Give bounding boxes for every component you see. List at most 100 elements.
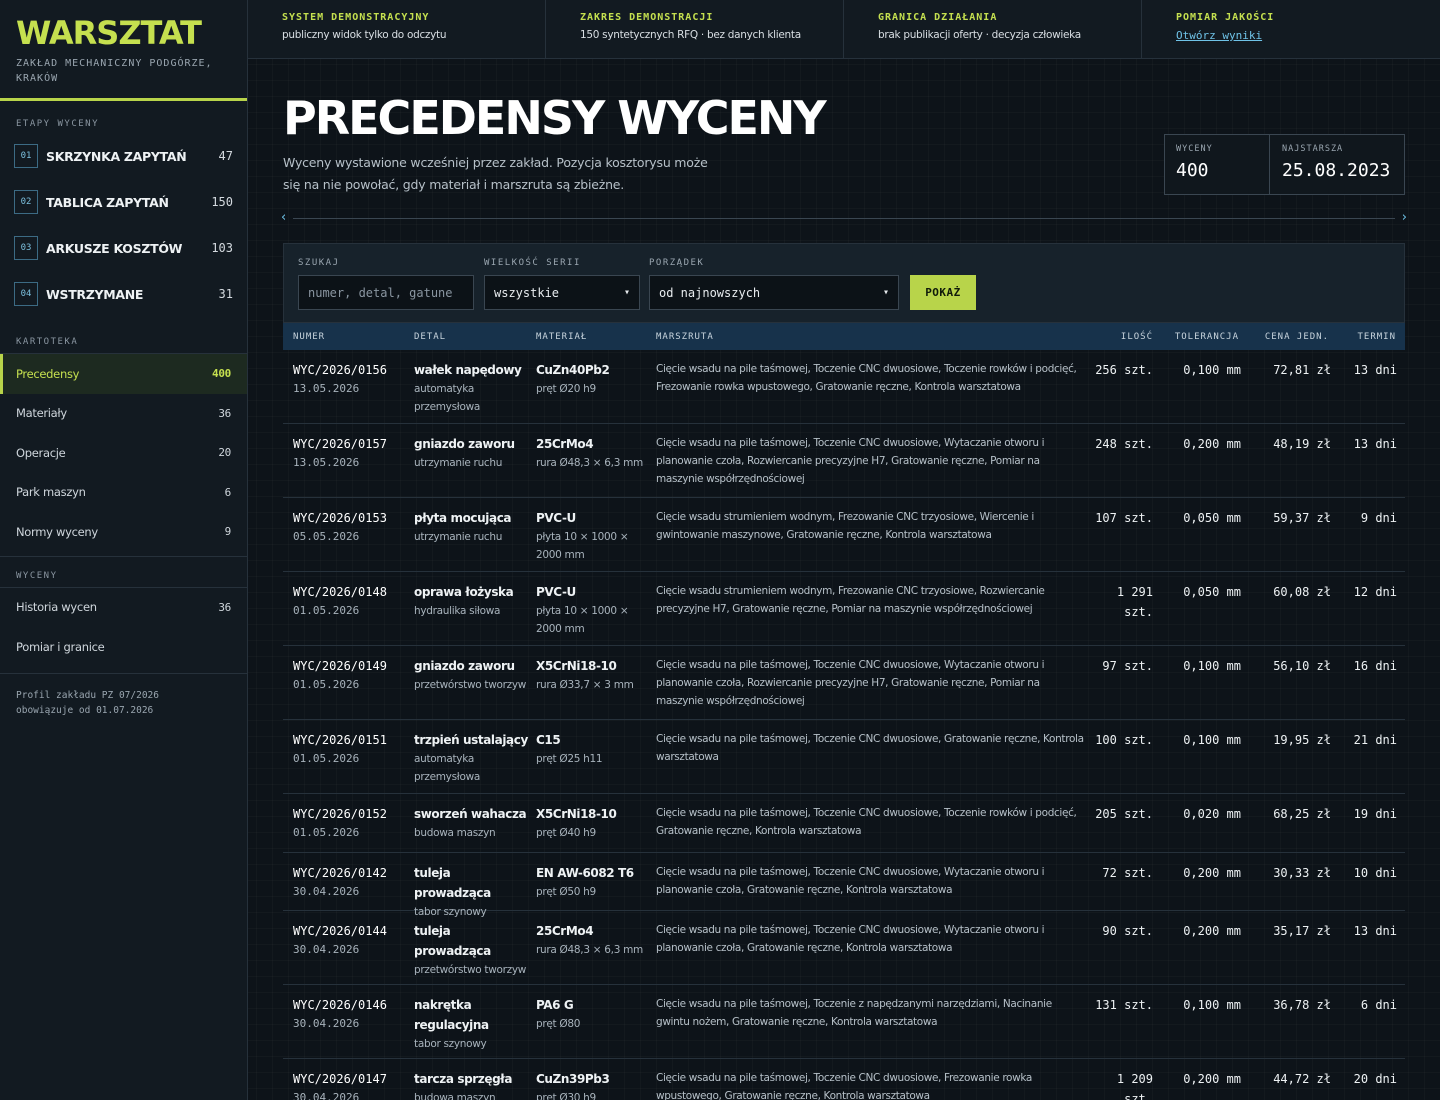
cell-quantity: 107 szt. xyxy=(1095,511,1153,525)
quote-number[interactable]: WYC/2026/0144 xyxy=(293,921,403,941)
quote-number[interactable]: WYC/2026/0148 xyxy=(293,582,403,602)
col-route[interactable]: MARSZRUTA xyxy=(656,332,714,342)
order-select[interactable]: od najnowszych ▾ xyxy=(649,275,899,310)
table-row[interactable]: WYC/2026/0148 01.05.2026 oprawa łożyska hyd… xyxy=(283,572,1405,646)
page-description: Wyceny wystawione wcześniej przez zakład… xyxy=(283,155,708,192)
topbar-value: 150 syntetycznych RFQ · bez danych klien… xyxy=(580,29,801,41)
cell-detail: tarcza sprzęgła budowa maszyn xyxy=(414,1069,529,1100)
material-grade: 25CrMo4 xyxy=(536,924,594,938)
table-row[interactable]: WYC/2026/0142 30.04.2026 tuleja prowadząca… xyxy=(283,853,1405,918)
nav-count: 20 xyxy=(218,446,231,460)
quote-number[interactable]: WYC/2026/0156 xyxy=(293,360,403,380)
topbar-quality: POMIAR JAKOŚCI Otwórz wyniki xyxy=(1142,0,1440,58)
topbar-label: POMIAR JAKOŚCI xyxy=(1176,12,1275,23)
table-row[interactable]: WYC/2026/0149 01.05.2026 gniazdo zaworu prz… xyxy=(283,646,1405,720)
detail-industry: hydraulika siłowa xyxy=(414,605,501,617)
open-results-link[interactable]: Otwórz wyniki xyxy=(1176,29,1262,42)
col-unit-price[interactable]: CENA JEDN. xyxy=(1265,332,1329,342)
cell-detail: trzpień ustalający automatyka przemysłowa xyxy=(414,730,529,786)
quotes-table-body: WYC/2026/0156 13.05.2026 wałek napędowy aut… xyxy=(283,350,1405,1100)
quote-number[interactable]: WYC/2026/0152 xyxy=(293,804,403,824)
cell-material: X5CrNi18-10 pręt Ø40 h9 xyxy=(536,804,646,842)
cell-unit-price: 48,19 zł xyxy=(1273,437,1331,451)
page-title: PRECEDENSY WYCENY xyxy=(283,91,827,145)
col-number[interactable]: NUMER xyxy=(293,332,325,342)
quotes-title: WYCENY xyxy=(16,570,58,581)
sidebar-stage-item[interactable]: 01 SKRZYNKA ZAPYTAŃ 47 xyxy=(0,133,247,179)
quote-number[interactable]: WYC/2026/0151 xyxy=(293,730,403,750)
stat-value: 25.08.2023 xyxy=(1282,160,1391,181)
nav-label: Materiały xyxy=(16,406,67,421)
stage-count: 103 xyxy=(211,241,233,255)
sidebar-item-catalog[interactable]: Operacje 20 xyxy=(0,433,247,473)
col-quantity[interactable]: ILOŚĆ xyxy=(1121,332,1153,342)
search-input[interactable]: numer, detal, gatune xyxy=(298,275,474,310)
quote-number[interactable]: WYC/2026/0146 xyxy=(293,995,403,1015)
cell-term: 12 dni xyxy=(1353,585,1397,599)
table-row[interactable]: WYC/2026/0147 30.04.2026 tarcza sprzęgła bu… xyxy=(283,1059,1405,1100)
sidebar-stage-item[interactable]: 04 WSTRZYMANE 31 xyxy=(0,271,247,317)
table-row[interactable]: WYC/2026/0151 01.05.2026 trzpień ustalając… xyxy=(283,720,1405,794)
cell-unit-price: 68,25 zł xyxy=(1273,807,1331,821)
cell-number: WYC/2026/0157 13.05.2026 xyxy=(293,434,403,472)
col-term[interactable]: TERMIN xyxy=(1357,332,1396,342)
quote-number[interactable]: WYC/2026/0149 xyxy=(293,656,403,676)
col-material[interactable]: MATERIAŁ xyxy=(536,332,587,342)
detail-industry: budowa maszyn xyxy=(414,827,496,839)
table-row[interactable]: WYC/2026/0152 01.05.2026 sworzeń wahacza bu… xyxy=(283,794,1405,853)
cell-tolerance: 0,100 mm xyxy=(1183,363,1241,377)
quote-number[interactable]: WYC/2026/0142 xyxy=(293,863,403,883)
sidebar-item-quotes[interactable]: Pomiar i granice xyxy=(0,627,247,667)
sidebar-item-quotes[interactable]: Historia wycen 36 xyxy=(0,588,247,628)
sidebar-stage-item[interactable]: 02 TABLICA ZAPYTAŃ 150 xyxy=(0,179,247,225)
catalog-title: KARTOTEKA xyxy=(16,337,79,347)
table-row[interactable]: WYC/2026/0153 05.05.2026 płyta mocująca utr… xyxy=(283,498,1405,572)
sidebar-item-catalog[interactable]: Precedensy 400 xyxy=(0,354,247,394)
col-tolerance[interactable]: TOLERANCJA xyxy=(1175,332,1239,342)
cell-detail: gniazdo zaworu utrzymanie ruchu xyxy=(414,434,529,472)
quote-number[interactable]: WYC/2026/0147 xyxy=(293,1069,403,1089)
sidebar-item-catalog[interactable]: Park maszyn 6 xyxy=(0,473,247,513)
cell-number: WYC/2026/0148 01.05.2026 xyxy=(293,582,403,620)
cell-material: CuZn39Pb3 pręt Ø30 h9 xyxy=(536,1069,646,1100)
material-grade: PVC-U xyxy=(536,511,576,525)
quotes-list: Historia wycen 36 Pomiar i granice xyxy=(0,588,247,667)
order-value: od najnowszych xyxy=(659,285,761,300)
cell-detail: oprawa łożyska hydraulika siłowa xyxy=(414,582,529,620)
cell-tolerance: 0,100 mm xyxy=(1183,659,1241,673)
detail-name: gniazdo zaworu xyxy=(414,659,515,673)
col-detail[interactable]: DETAL xyxy=(414,332,446,342)
show-button[interactable]: POKAŻ xyxy=(910,275,976,310)
table-row[interactable]: WYC/2026/0157 13.05.2026 gniazdo zaworu utr… xyxy=(283,424,1405,498)
stat-oldest: NAJSTARSZA 25.08.2023 xyxy=(1270,135,1404,194)
material-form: płyta 10 × 1000 × 2000 mm xyxy=(536,531,629,561)
cell-tolerance: 0,020 mm xyxy=(1183,807,1241,821)
brand-title[interactable]: WARSZTAT xyxy=(16,14,231,52)
cell-tolerance: 0,050 mm xyxy=(1183,511,1241,525)
chevron-right-icon[interactable]: › xyxy=(1402,210,1407,226)
quote-number[interactable]: WYC/2026/0157 xyxy=(293,434,403,454)
table-row[interactable]: WYC/2026/0146 30.04.2026 nakrętka regulacy… xyxy=(283,985,1405,1059)
detail-name: tuleja prowadząca xyxy=(414,866,491,900)
cell-detail: tuleja prowadząca przetwórstwo tworzyw xyxy=(414,921,529,979)
quote-number[interactable]: WYC/2026/0153 xyxy=(293,508,403,528)
cell-unit-price: 19,95 zł xyxy=(1273,733,1331,747)
sidebar-stage-item[interactable]: 03 ARKUSZE KOSZTÓW 103 xyxy=(0,225,247,271)
horizontal-scroller[interactable]: ‹ › xyxy=(281,210,1407,226)
table-row[interactable]: WYC/2026/0144 30.04.2026 tuleja prowadząca… xyxy=(283,911,1405,985)
table-row[interactable]: WYC/2026/0156 13.05.2026 wałek napędowy aut… xyxy=(283,350,1405,424)
stage-label: WSTRZYMANE xyxy=(46,286,144,302)
stage-number: 01 xyxy=(14,144,38,168)
nav-label: Precedensy xyxy=(16,366,80,381)
sidebar-item-catalog[interactable]: Normy wyceny 9 xyxy=(0,512,247,552)
cell-quantity: 205 szt. xyxy=(1095,807,1153,821)
material-grade: 25CrMo4 xyxy=(536,437,594,451)
nav-label: Normy wyceny xyxy=(16,524,98,539)
cell-route: Cięcie wsadu na pile taśmowej, Toczenie … xyxy=(656,866,1045,896)
sidebar-item-catalog[interactable]: Materiały 36 xyxy=(0,394,247,434)
cell-quantity: 131 szt. xyxy=(1095,998,1153,1012)
batch-size-select[interactable]: wszystkie ▾ xyxy=(484,275,640,310)
chevron-left-icon[interactable]: ‹ xyxy=(281,210,286,226)
sidebar: WARSZTAT ZAKŁAD MECHANICZNY PODGÓRZE, KR… xyxy=(0,0,248,1100)
chevron-down-icon: ▾ xyxy=(623,287,630,298)
